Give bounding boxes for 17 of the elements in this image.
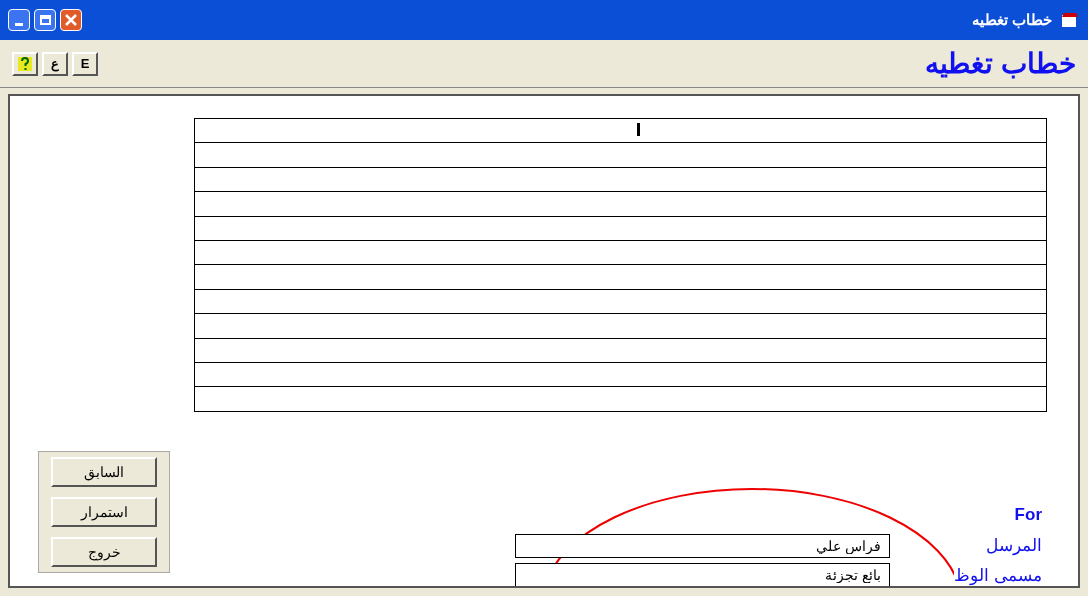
- nav-button[interactable]: خروج: [51, 537, 157, 567]
- close-icon: [65, 14, 77, 26]
- language-button[interactable]: E: [72, 51, 98, 76]
- nav-button[interactable]: استمرار: [51, 497, 157, 527]
- help-icon: [17, 55, 33, 72]
- nav-button[interactable]: السابق: [51, 457, 157, 487]
- app-icon: [1060, 11, 1080, 29]
- window-title: خطاب تغطيه: [971, 9, 1052, 31]
- text-field[interactable]: بائع تجزئة: [515, 563, 890, 586]
- for-label: For: [1014, 504, 1042, 526]
- help-button[interactable]: [12, 51, 38, 76]
- minimize-button[interactable]: [8, 9, 30, 31]
- maximize-button[interactable]: [34, 9, 56, 31]
- language-button[interactable]: ع: [42, 51, 68, 76]
- form-heading: خطاب تغطيه: [925, 46, 1076, 81]
- text-field[interactable]: فراس علي: [515, 533, 890, 558]
- close-button[interactable]: [60, 9, 82, 31]
